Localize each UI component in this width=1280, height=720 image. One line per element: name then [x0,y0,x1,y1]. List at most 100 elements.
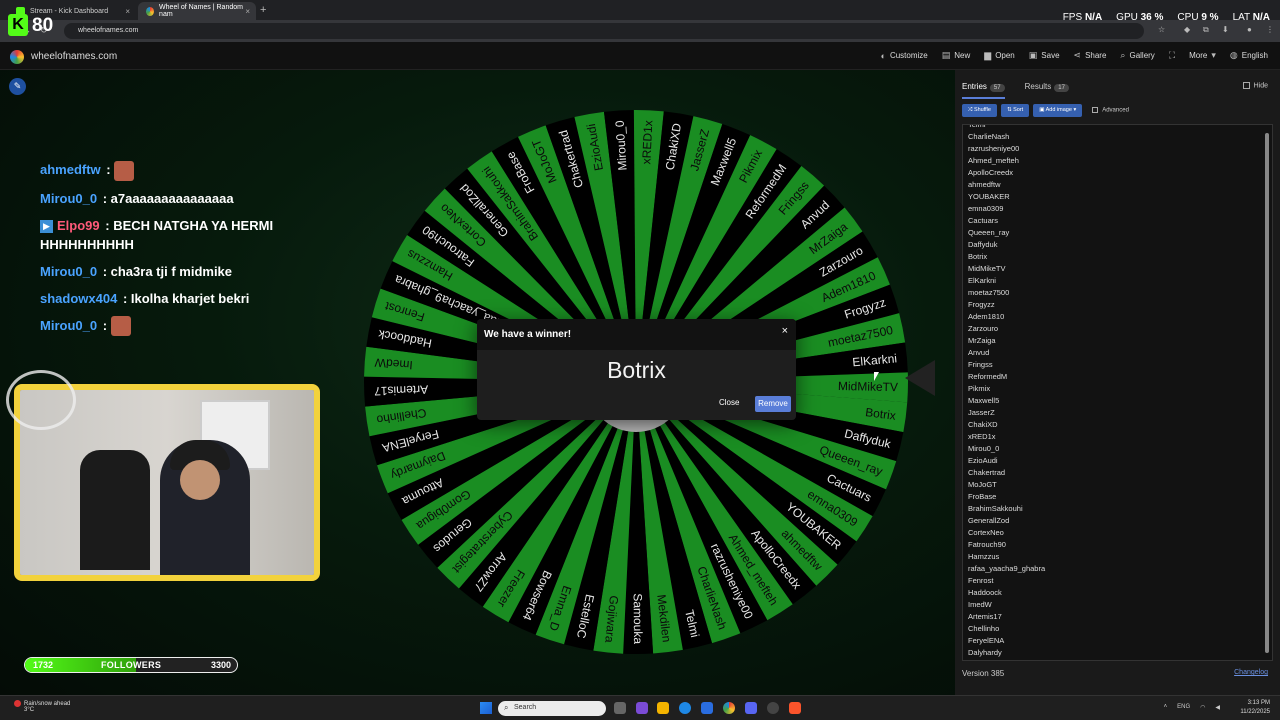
close-tab-icon[interactable]: × [125,7,130,16]
winner-name: Botrix [607,357,666,383]
browser-menu-icon[interactable]: ⋮ [1266,25,1274,34]
panel-tabs: Entries 57 Results 17 [962,82,1069,99]
entry-line: moetaz7500 [968,288,1010,297]
chrome-icon[interactable] [723,702,735,714]
menu-save[interactable]: ▣ Save [1029,50,1060,61]
task-view-icon[interactable] [614,702,626,714]
url-field[interactable]: wheelofnames.com [64,23,1144,39]
entry-line: EzioAudi [968,456,998,465]
menu-language[interactable]: ◍ English [1230,50,1268,61]
language-indicator[interactable]: ENG [1177,704,1190,711]
entry-line: YOUBAKER [968,192,1010,201]
chevron-up-icon[interactable]: ˄ [1164,704,1168,711]
chat-message: Mirou0_0 : a7aaaaaaaaaaaaaaa [40,190,234,206]
edit-pencil-icon[interactable]: ✎ [9,78,26,95]
profile-avatar-icon[interactable]: ● [1247,25,1252,34]
entries-scrollbar[interactable] [1265,133,1269,653]
entry-line: Telmi [968,124,986,129]
tab-entries[interactable]: Entries 57 [962,82,1005,99]
app-icon[interactable] [636,702,648,714]
store-icon[interactable] [701,702,713,714]
search-icon: ⌕ [504,703,509,712]
entry-line: Chakertrad [968,468,1006,477]
close-button[interactable]: Close [719,398,739,407]
tab-results[interactable]: Results 17 [1025,82,1069,99]
tab-wheel-of-names[interactable]: Wheel of Names | Random nam × [138,2,256,20]
menu-new[interactable]: ▤ New [942,50,971,61]
bookmark-star-icon[interactable]: ☆ [1158,25,1165,34]
wifi-icon[interactable]: ◠ [1200,704,1205,711]
entries-textarea[interactable]: Telmi CharlieNash razrusheniye00 Ahmed_meft… [962,124,1273,661]
add-image-button[interactable]: ▣ Add image ▾ [1033,104,1083,117]
menu-more[interactable]: More ▾ [1189,50,1216,61]
volume-icon[interactable]: ◀ [1215,704,1220,711]
kick-logo: K [8,14,28,36]
entry-line: xRED1x [968,432,996,441]
chat-emote-icon [114,160,135,181]
chat-message: ▶ Elpo99 : BECH NATGHA YA HERMI HHHHHHHHH… [40,217,274,252]
system-tray: ˄ ENG ◠ ◀ [1164,704,1220,711]
entry-line: Haddoock [968,588,1002,597]
menu-share[interactable]: ⋖ Share [1074,50,1107,61]
tab-title: Stream - Kick Dashboard [30,7,109,15]
share-icon: ⋖ [1073,50,1082,60]
clock[interactable]: 3:13 PM 11/22/2025 [1240,699,1270,717]
brave-icon[interactable] [789,702,801,714]
new-file-icon: ▤ [941,50,951,60]
folder-icon: ▆ [984,50,992,60]
remove-button[interactable]: Remove [755,396,791,412]
menu-customize[interactable]: ◐ Customize [881,50,928,61]
entry-line: BrahimSakkouhi [968,504,1023,513]
chat-message: Mirou0_0 : [40,316,340,337]
menu-open[interactable]: ▆ Open [984,50,1015,61]
sort-button[interactable]: ⇅ Sort [1000,104,1030,117]
puzzle-icon[interactable]: ⧉ [1203,25,1209,35]
follower-current: 1732 [33,660,54,670]
entry-line: Daffyduk [968,240,998,249]
entry-line: CharlieNash [968,132,1010,141]
menu-gallery[interactable]: ⌕ Gallery [1120,50,1154,61]
taskbar-search[interactable]: ⌕ Search [498,701,606,716]
advanced-checkbox[interactable]: Advanced [1092,107,1129,114]
chat-message: ahmedftw : [40,160,340,181]
new-tab-icon[interactable]: + [260,4,266,16]
entry-line: ImedW [968,600,992,609]
edge-icon[interactable] [679,702,691,714]
winner-dialog: We have a winner! × Botrix Close Remove [477,319,796,420]
entry-line: Mirou0_0 [968,444,1000,453]
entry-line: Maxwell5 [968,396,1000,405]
windows-start-icon[interactable] [480,702,492,714]
shuffle-button[interactable]: ⤮ Shuffle [962,104,997,117]
file-explorer-icon[interactable] [657,702,669,714]
entry-line: razrusheniye00 [968,144,1020,153]
follower-goal-bar: 1732 FOLLOWERS 3300 [24,657,238,673]
hide-checkbox[interactable]: Hide [1242,82,1268,89]
obs-icon[interactable] [767,702,779,714]
wheel-pointer-icon [905,360,935,396]
entry-line: ElKarkni [968,276,996,285]
performance-stats: FPS N/A GPU 36 % CPU 9 % LAT N/A [1062,12,1270,23]
entry-line: MidMikeTV [968,264,1006,273]
site-logo-icon[interactable] [10,50,24,64]
entry-line: emna0309 [968,204,1004,213]
site-name[interactable]: wheelofnames.com [31,51,117,62]
discord-icon[interactable] [745,702,757,714]
entry-line: rafaa_yaacha9_ghabra [968,564,1046,573]
tab-title: Wheel of Names | Random nam [159,4,243,18]
mouse-cursor [874,372,879,381]
entry-line: ReformedM [968,372,1008,381]
fullscreen-button[interactable]: ⛶ [1169,50,1175,61]
download-icon[interactable]: ⬇ [1222,25,1229,34]
entry-line: Fenrost [968,576,994,585]
chat-username: Mirou0_0 [40,190,98,206]
entry-line: Queeen_ray [968,228,1010,237]
weather-widget[interactable]: Rain/snow ahead 3°C [14,700,70,713]
entry-line: Dalyhardy [968,648,1002,657]
changelog-link[interactable]: Changelog [1234,669,1268,676]
close-icon[interactable]: × [782,325,788,337]
wheel-label: Artemis17 [374,382,429,398]
results-count-badge: 17 [1054,84,1069,92]
close-tab-icon[interactable]: × [245,7,250,16]
entry-line: Cactuars [968,216,999,225]
extension-icon[interactable]: ◆ [1184,25,1190,34]
